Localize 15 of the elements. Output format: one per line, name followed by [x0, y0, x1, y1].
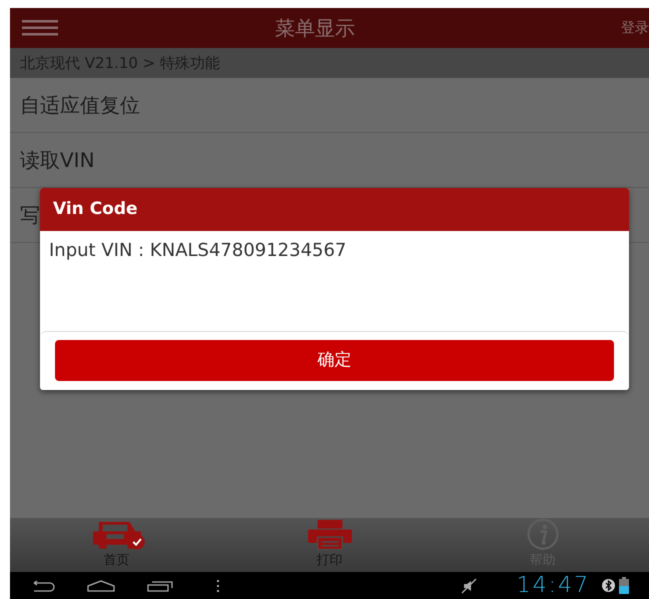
info-icon: [524, 518, 560, 550]
battery-icon: [619, 577, 629, 594]
clock-time: 14:47: [516, 572, 590, 599]
recent-apps-icon[interactable]: [146, 580, 174, 592]
muted-speaker-icon: [460, 578, 477, 594]
more-icon[interactable]: [216, 580, 220, 592]
dialog-title: Vin Code: [40, 188, 629, 231]
bluetooth-icon: [602, 579, 615, 592]
home-icon[interactable]: [86, 580, 116, 592]
menu-icon[interactable]: [22, 20, 58, 36]
confirm-button[interactable]: 确定: [55, 340, 614, 381]
dialog-message: Input VIN : KNALS478091234567: [48, 239, 348, 263]
header-title: 菜单显示: [275, 15, 355, 42]
menu-item[interactable]: 自适应值复位: [10, 78, 649, 133]
login-button[interactable]: 登录: [621, 18, 649, 38]
